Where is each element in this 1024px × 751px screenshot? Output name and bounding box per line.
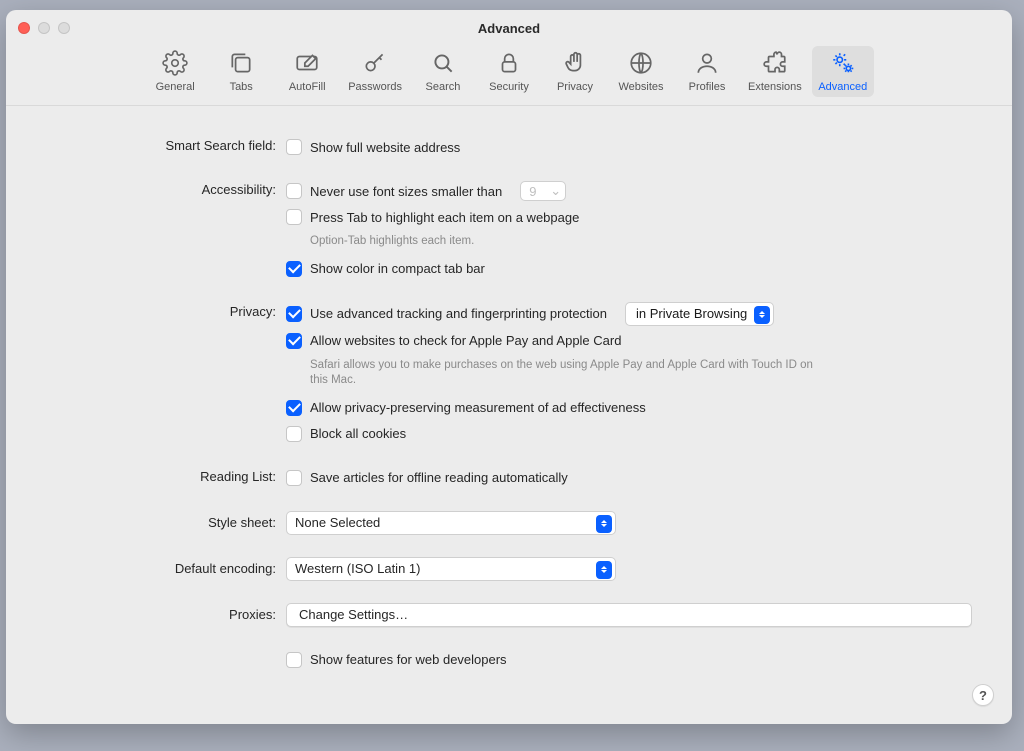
change-proxies-button-label: Change Settings…	[299, 607, 408, 622]
toolbar-autofill[interactable]: AutoFill	[276, 46, 338, 97]
press-tab-label: Press Tab to highlight each item on a we…	[310, 210, 579, 225]
person-icon	[694, 50, 720, 79]
titlebar: Advanced	[6, 10, 1012, 46]
toolbar-label: Websites	[618, 81, 663, 93]
toolbar-label: Extensions	[748, 81, 802, 93]
default-encoding-select[interactable]: Western (ISO Latin 1)	[286, 557, 616, 581]
privacy-section-label: Privacy:	[26, 302, 286, 319]
toolbar-websites[interactable]: Websites	[610, 46, 672, 97]
toolbar-advanced[interactable]: Advanced	[812, 46, 874, 97]
never-font-smaller-label: Never use font sizes smaller than	[310, 184, 502, 199]
toolbar-security[interactable]: Security	[478, 46, 540, 97]
close-window-button[interactable]	[18, 22, 30, 34]
apple-pay-checkbox[interactable]	[286, 333, 302, 349]
toolbar-label: Security	[489, 81, 529, 93]
updown-caret-icon	[754, 306, 770, 324]
puzzle-icon	[762, 50, 788, 79]
show-color-compact-label: Show color in compact tab bar	[310, 261, 485, 276]
default-encoding-value: Western (ISO Latin 1)	[295, 561, 420, 576]
advanced-settings-content: Smart Search field: Show full website ad…	[6, 106, 1012, 695]
show-dev-features-label: Show features for web developers	[310, 652, 507, 667]
updown-caret-icon	[596, 515, 612, 533]
show-color-compact-checkbox[interactable]	[286, 261, 302, 277]
show-dev-features-checkbox[interactable]	[286, 652, 302, 668]
toolbar-extensions[interactable]: Extensions	[742, 46, 808, 97]
min-font-size-stepper[interactable]: 9 ⌄	[520, 181, 566, 201]
toolbar-label: Advanced	[818, 81, 867, 93]
toolbar-passwords[interactable]: Passwords	[342, 46, 408, 97]
save-offline-checkbox[interactable]	[286, 470, 302, 486]
toolbar-label: General	[156, 81, 195, 93]
magnifying-glass-icon	[430, 50, 456, 79]
smart-search-field-label: Smart Search field:	[26, 136, 286, 153]
updown-caret-icon	[596, 561, 612, 579]
advanced-tracking-checkbox[interactable]	[286, 306, 302, 322]
toolbar-profiles[interactable]: Profiles	[676, 46, 738, 97]
globe-icon	[628, 50, 654, 79]
help-label: ?	[979, 688, 987, 703]
autofill-pencil-icon	[294, 50, 320, 79]
show-full-address-checkbox[interactable]	[286, 139, 302, 155]
toolbar-label: Tabs	[230, 81, 253, 93]
apple-pay-note: Safari allows you to make purchases on t…	[310, 358, 830, 389]
key-icon	[362, 50, 388, 79]
toolbar-privacy[interactable]: Privacy	[544, 46, 606, 97]
zoom-window-button[interactable]	[58, 22, 70, 34]
accessibility-label: Accessibility:	[26, 180, 286, 197]
toolbar-general[interactable]: General	[144, 46, 206, 97]
toolbar-label: AutoFill	[289, 81, 326, 93]
default-encoding-label: Default encoding:	[26, 557, 286, 576]
style-sheet-label: Style sheet:	[26, 511, 286, 530]
min-font-size-value: 9	[529, 184, 536, 199]
lock-icon	[496, 50, 522, 79]
gear-icon	[162, 50, 188, 79]
reading-list-label: Reading List:	[26, 467, 286, 484]
show-full-address-label: Show full website address	[310, 140, 460, 155]
block-cookies-label: Block all cookies	[310, 426, 406, 441]
change-proxies-button[interactable]: Change Settings…	[286, 603, 972, 627]
style-sheet-value: None Selected	[295, 515, 380, 530]
minimize-window-button[interactable]	[38, 22, 50, 34]
advanced-tracking-scope-value: in Private Browsing	[636, 306, 747, 321]
toolbar-label: Passwords	[348, 81, 402, 93]
preferences-toolbar: General Tabs AutoFill Passwords Search	[6, 46, 1012, 106]
window-controls	[18, 22, 70, 34]
advanced-tracking-scope-select[interactable]: in Private Browsing	[625, 302, 774, 326]
window-title: Advanced	[6, 21, 1012, 36]
toolbar-label: Search	[426, 81, 461, 93]
style-sheet-select[interactable]: None Selected	[286, 511, 616, 535]
never-font-smaller-checkbox[interactable]	[286, 183, 302, 199]
help-button[interactable]: ?	[972, 684, 994, 706]
toolbar-label: Profiles	[689, 81, 726, 93]
save-offline-label: Save articles for offline reading automa…	[310, 470, 568, 485]
ad-measurement-checkbox[interactable]	[286, 400, 302, 416]
tabs-icon	[228, 50, 254, 79]
chevron-down-icon: ⌄	[550, 183, 561, 199]
toolbar-search[interactable]: Search	[412, 46, 474, 97]
hand-icon	[562, 50, 588, 79]
ad-measurement-label: Allow privacy-preserving measurement of …	[310, 400, 646, 415]
toolbar-label: Privacy	[557, 81, 593, 93]
proxies-label: Proxies:	[26, 603, 286, 622]
gears-icon	[830, 50, 856, 79]
block-cookies-checkbox[interactable]	[286, 426, 302, 442]
press-tab-note: Option-Tab highlights each item.	[310, 234, 830, 250]
preferences-window: Advanced General Tabs AutoFill Passwords	[6, 10, 1012, 724]
apple-pay-label: Allow websites to check for Apple Pay an…	[310, 333, 621, 348]
press-tab-checkbox[interactable]	[286, 209, 302, 225]
advanced-tracking-label: Use advanced tracking and fingerprinting…	[310, 306, 607, 321]
toolbar-tabs[interactable]: Tabs	[210, 46, 272, 97]
